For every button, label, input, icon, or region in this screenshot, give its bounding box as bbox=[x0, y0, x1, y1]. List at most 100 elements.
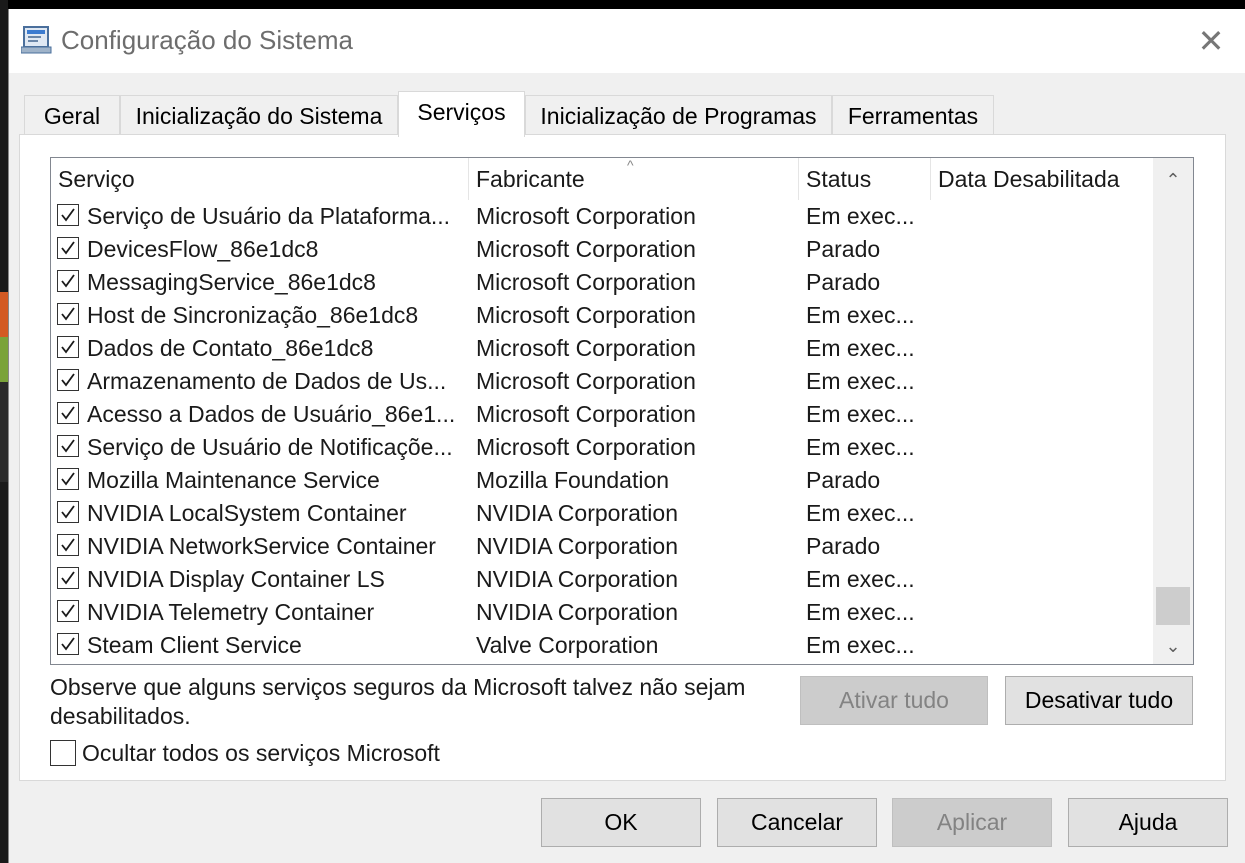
tab-tools[interactable]: Ferramentas bbox=[832, 95, 994, 135]
apply-button[interactable]: Aplicar bbox=[892, 798, 1052, 847]
service-name-cell: NVIDIA Telemetry Container bbox=[87, 599, 375, 625]
status-cell: Em exec... bbox=[806, 632, 915, 658]
column-header-service[interactable]: Serviço bbox=[51, 158, 469, 200]
enable-all-button[interactable]: Ativar tudo bbox=[800, 676, 988, 725]
vertical-scrollbar[interactable]: ⌃ ⌄ bbox=[1153, 158, 1193, 664]
status-cell: Em exec... bbox=[806, 203, 915, 229]
checkmark-icon bbox=[61, 505, 75, 519]
tab-startup[interactable]: Inicialização de Programas bbox=[525, 95, 832, 135]
service-checkbox[interactable] bbox=[57, 600, 79, 622]
status-cell: Em exec... bbox=[806, 566, 915, 592]
table-row[interactable]: Acesso a Dados de Usuário_86e1... Microso… bbox=[51, 398, 1153, 431]
service-checkbox[interactable] bbox=[57, 468, 79, 490]
manufacturer-cell: Microsoft Corporation bbox=[476, 236, 696, 262]
column-header-status[interactable]: Status bbox=[799, 158, 931, 200]
status-cell: Parado bbox=[806, 467, 881, 493]
table-row[interactable]: DevicesFlow_86e1dc8 Microsoft Corporation… bbox=[51, 233, 1153, 266]
service-name-cell: Steam Client Service bbox=[87, 632, 302, 658]
tab-services[interactable]: Serviços bbox=[398, 91, 525, 137]
service-checkbox[interactable] bbox=[57, 204, 79, 226]
status-cell: Em exec... bbox=[806, 434, 915, 460]
window-title: Configuração do Sistema bbox=[61, 25, 353, 55]
column-header-date-disabled[interactable]: Data Desabilitada bbox=[931, 158, 1153, 200]
help-button[interactable]: Ajuda bbox=[1068, 798, 1228, 847]
checkmark-icon bbox=[61, 571, 75, 585]
microsoft-services-note: Observe que alguns serviços seguros da M… bbox=[50, 674, 746, 729]
manufacturer-cell: Microsoft Corporation bbox=[476, 302, 696, 328]
checkmark-icon bbox=[61, 472, 75, 486]
table-row[interactable]: Steam Client Service Valve Corporation Em … bbox=[51, 629, 1153, 662]
manufacturer-cell: Microsoft Corporation bbox=[476, 368, 696, 394]
table-row[interactable]: NVIDIA LocalSystem Container NVIDIA Corpo… bbox=[51, 497, 1153, 530]
service-checkbox[interactable] bbox=[57, 303, 79, 325]
service-checkbox[interactable] bbox=[57, 369, 79, 391]
checkmark-icon bbox=[61, 340, 75, 354]
service-name-cell: Serviço de Usuário de Notificaçõe... bbox=[87, 434, 453, 460]
service-checkbox[interactable] bbox=[57, 633, 79, 655]
column-header-manufacturer[interactable]: Fabricante bbox=[469, 158, 799, 200]
checkmark-icon bbox=[61, 274, 75, 288]
sort-ascending-icon: ^ bbox=[627, 157, 634, 173]
service-name-cell: NVIDIA LocalSystem Container bbox=[87, 500, 407, 526]
service-checkbox[interactable] bbox=[57, 270, 79, 292]
service-name-cell: Dados de Contato_86e1dc8 bbox=[87, 335, 374, 361]
scroll-up-button[interactable]: ⌃ bbox=[1153, 162, 1193, 198]
chevron-down-icon: ⌄ bbox=[1165, 635, 1181, 656]
service-checkbox[interactable] bbox=[57, 567, 79, 589]
scroll-thumb[interactable] bbox=[1156, 587, 1190, 625]
status-cell: Em exec... bbox=[806, 302, 915, 328]
checkmark-icon bbox=[61, 307, 75, 321]
manufacturer-cell: Valve Corporation bbox=[476, 632, 659, 658]
service-checkbox[interactable] bbox=[57, 435, 79, 457]
desktop-dark-band bbox=[0, 382, 8, 482]
cancel-button[interactable]: Cancelar bbox=[717, 798, 877, 847]
system-configuration-window: Configuração do Sistema ✕ Geral Iniciali… bbox=[8, 9, 1245, 863]
checkmark-icon bbox=[61, 604, 75, 618]
status-cell: Em exec... bbox=[806, 599, 915, 625]
hide-microsoft-services-checkbox[interactable] bbox=[50, 740, 76, 766]
service-checkbox[interactable] bbox=[57, 501, 79, 523]
table-row[interactable]: NVIDIA NetworkService Container NVIDIA Co… bbox=[51, 530, 1153, 563]
service-checkbox[interactable] bbox=[57, 237, 79, 259]
service-name-cell: DevicesFlow_86e1dc8 bbox=[87, 236, 319, 262]
manufacturer-cell: NVIDIA Corporation bbox=[476, 533, 678, 559]
service-name-cell: Acesso a Dados de Usuário_86e1... bbox=[87, 401, 456, 427]
table-row[interactable]: Host de Sincronização_86e1dc8 Microsoft C… bbox=[51, 299, 1153, 332]
disable-all-button[interactable]: Desativar tudo bbox=[1005, 676, 1193, 725]
status-cell: Em exec... bbox=[806, 368, 915, 394]
table-row[interactable]: Dados de Contato_86e1dc8 Microsoft Corpor… bbox=[51, 332, 1153, 365]
service-name-cell: NVIDIA NetworkService Container bbox=[87, 533, 436, 559]
service-name-cell: NVIDIA Display Container LS bbox=[87, 566, 385, 592]
checkmark-icon bbox=[61, 208, 75, 222]
table-row[interactable]: Mozilla Maintenance Service Mozilla Found… bbox=[51, 464, 1153, 497]
tab-boot[interactable]: Inicialização do Sistema bbox=[120, 95, 398, 135]
title-bar[interactable]: Configuração do Sistema ✕ bbox=[9, 9, 1245, 73]
chevron-up-icon: ⌃ bbox=[1165, 169, 1181, 190]
table-row[interactable]: Serviço de Usuário de Notificaçõe... Micr… bbox=[51, 431, 1153, 464]
services-panel: Serviço Fabricante Status Data Desabilit… bbox=[19, 134, 1226, 781]
desktop-green-band bbox=[0, 337, 8, 382]
service-name-cell: MessagingService_86e1dc8 bbox=[87, 269, 376, 295]
table-row[interactable]: Armazenamento de Dados de Us... Microsoft… bbox=[51, 365, 1153, 398]
service-checkbox[interactable] bbox=[57, 534, 79, 556]
status-cell: Parado bbox=[806, 533, 881, 559]
close-button[interactable]: ✕ bbox=[1176, 9, 1245, 73]
service-name-cell: Armazenamento de Dados de Us... bbox=[87, 368, 447, 394]
services-list[interactable]: Serviço Fabricante Status Data Desabilit… bbox=[50, 157, 1194, 665]
manufacturer-cell: NVIDIA Corporation bbox=[476, 566, 678, 592]
service-checkbox[interactable] bbox=[57, 402, 79, 424]
service-checkbox[interactable] bbox=[57, 336, 79, 358]
checkmark-icon bbox=[61, 439, 75, 453]
service-name-cell: Mozilla Maintenance Service bbox=[87, 467, 380, 493]
service-name-cell: Serviço de Usuário da Plataforma... bbox=[87, 203, 451, 229]
manufacturer-cell: Mozilla Foundation bbox=[476, 467, 670, 493]
manufacturer-cell: Microsoft Corporation bbox=[476, 335, 696, 361]
scroll-down-button[interactable]: ⌄ bbox=[1153, 628, 1193, 664]
ok-button[interactable]: OK bbox=[541, 798, 701, 847]
table-row[interactable]: MessagingService_86e1dc8 Microsoft Corpor… bbox=[51, 266, 1153, 299]
status-cell: Em exec... bbox=[806, 335, 915, 361]
tab-general[interactable]: Geral bbox=[24, 95, 120, 135]
table-row[interactable]: NVIDIA Telemetry Container NVIDIA Corpora… bbox=[51, 596, 1153, 629]
table-row[interactable]: NVIDIA Display Container LS NVIDIA Corpor… bbox=[51, 563, 1153, 596]
table-row[interactable]: Serviço de Usuário da Plataforma... Micro… bbox=[51, 200, 1153, 233]
